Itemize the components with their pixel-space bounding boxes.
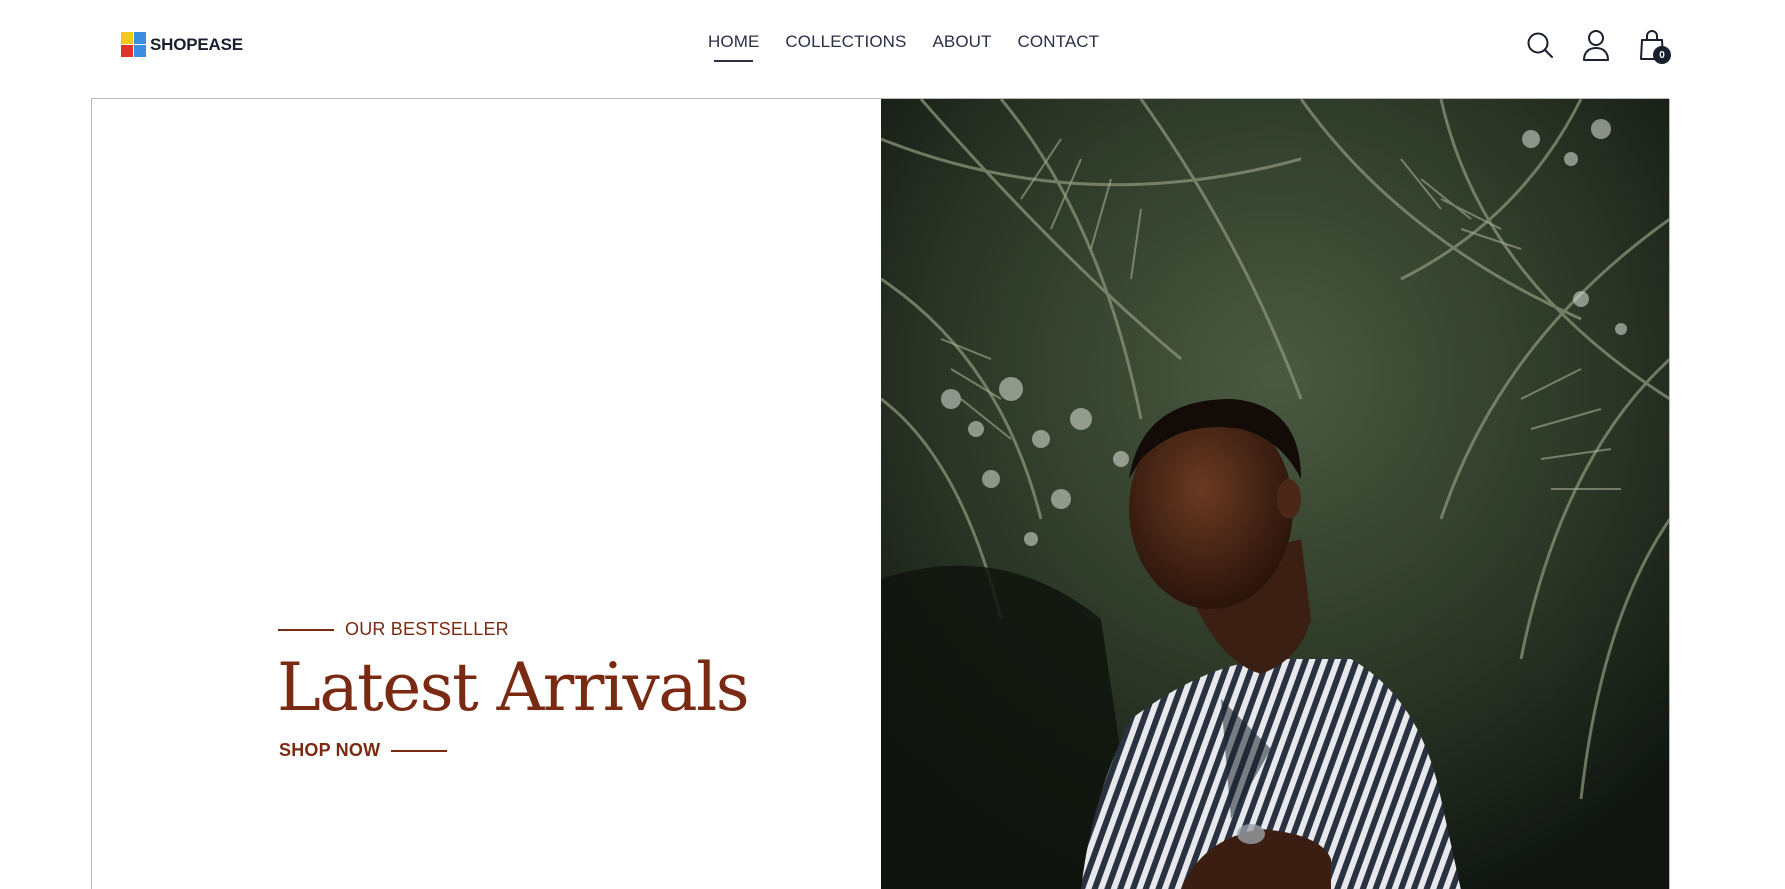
- eyebrow-label: OUR BESTSELLER: [345, 619, 509, 639]
- search-icon: [1527, 32, 1553, 58]
- hero-title: Latest Arrivals: [277, 649, 750, 726]
- hero-banner: OUR BESTSELLER Latest Arrivals SHOP NOW: [91, 98, 1670, 889]
- page: SHOPEASE HOME COLLECTIONS ABOUT CONTACT: [0, 0, 1785, 889]
- hero-photo: [881, 99, 1669, 889]
- search-button[interactable]: [1525, 28, 1555, 62]
- header-actions: 0: [1525, 28, 1671, 64]
- shop-now-link[interactable]: SHOP NOW: [279, 740, 448, 761]
- cart-button[interactable]: 0: [1637, 28, 1671, 64]
- shop-now-label: SHOP NOW: [279, 740, 381, 760]
- logo-mark-icon: [121, 32, 146, 57]
- eyebrow-rule: [278, 628, 334, 631]
- nav-item-home[interactable]: HOME: [708, 32, 759, 62]
- hero-text-panel: OUR BESTSELLER Latest Arrivals SHOP NOW: [92, 99, 881, 889]
- nav-item-about[interactable]: ABOUT: [932, 32, 991, 52]
- nav-item-contact[interactable]: CONTACT: [1018, 32, 1100, 52]
- nav-item-collections[interactable]: COLLECTIONS: [785, 32, 906, 52]
- brand-logo[interactable]: SHOPEASE: [121, 32, 243, 57]
- hero-image: [881, 99, 1670, 889]
- main-nav: HOME COLLECTIONS ABOUT CONTACT: [708, 32, 1100, 62]
- brand-name: SHOPEASE: [150, 34, 243, 54]
- cart-count-badge: 0: [1653, 46, 1671, 64]
- user-icon: [1583, 30, 1609, 61]
- hero-eyebrow: OUR BESTSELLER: [278, 619, 509, 640]
- account-button[interactable]: [1581, 28, 1611, 62]
- shop-now-rule: [391, 749, 448, 752]
- site-header: SHOPEASE HOME COLLECTIONS ABOUT CONTACT: [0, 0, 1785, 98]
